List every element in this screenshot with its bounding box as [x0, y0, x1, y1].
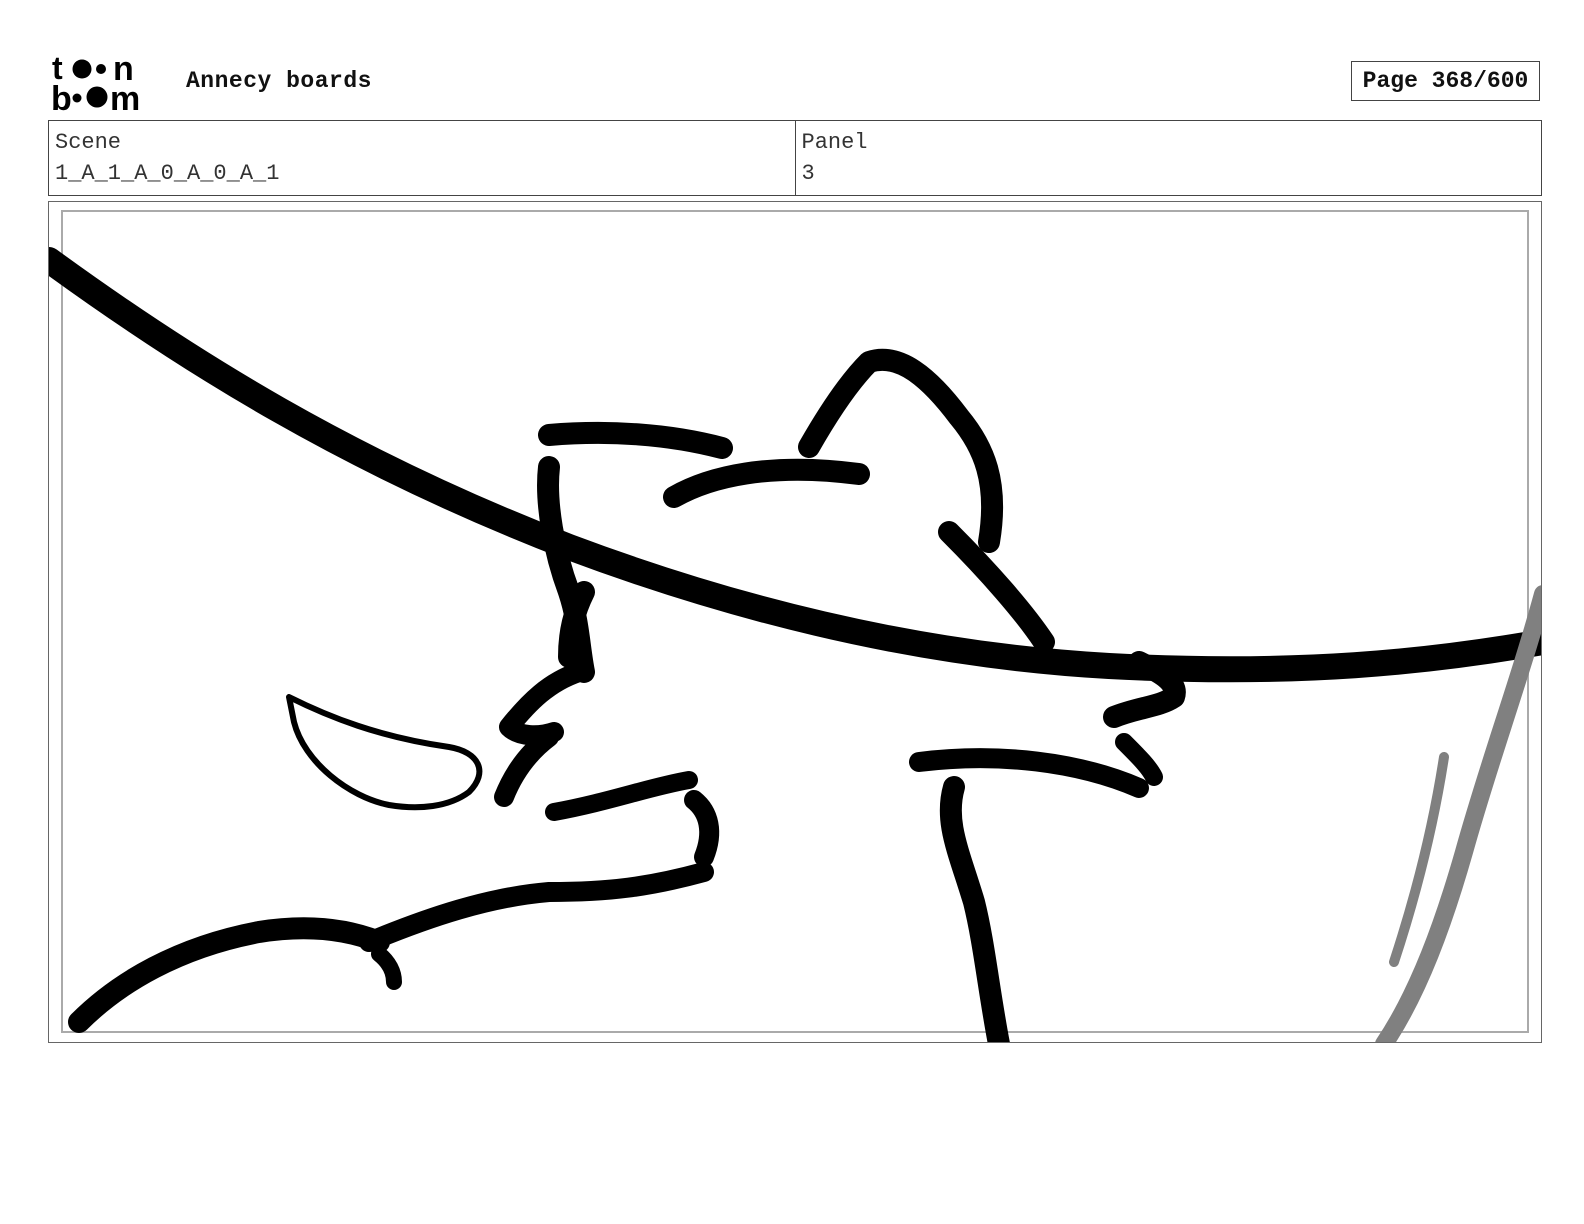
panel-label: Panel: [801, 130, 868, 155]
page-indicator: Page 368/600: [1351, 61, 1540, 101]
panel-cell: Panel 3: [794, 121, 1542, 195]
panel-frame: [48, 201, 1542, 1043]
svg-text:m: m: [110, 80, 140, 112]
scene-label: Scene: [55, 130, 122, 155]
scene-value: 1_A_1_A_0_A_0_A_1: [55, 161, 280, 186]
toonboom-logo-icon: t n b m: [52, 52, 140, 112]
storyboard-sketch-image: [49, 247, 1541, 1042]
panel-value: 3: [801, 161, 815, 186]
svg-text:b: b: [52, 80, 72, 112]
info-table: Scene 1_A_1_A_0_A_0_A_1 Panel 3: [48, 120, 1542, 196]
scene-cell: Scene 1_A_1_A_0_A_0_A_1: [49, 121, 795, 195]
app-title: Annecy boards: [186, 68, 372, 94]
